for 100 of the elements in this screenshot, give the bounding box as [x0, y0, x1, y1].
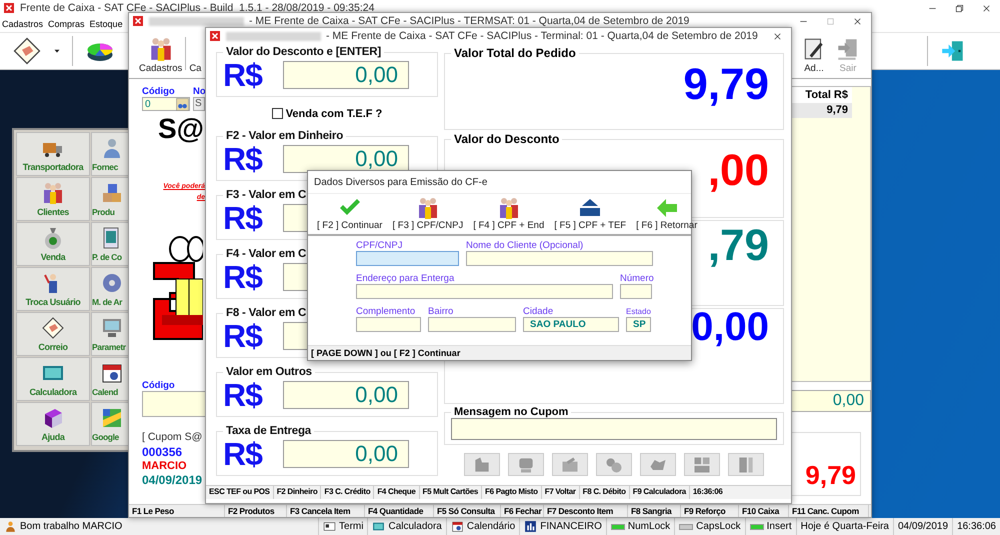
shortcut-button[interactable]: Produ — [91, 177, 131, 221]
menu-item[interactable]: Cadastros — [2, 19, 44, 29]
operator-name: MARCIO — [142, 459, 188, 473]
message-field[interactable] — [451, 418, 777, 440]
function-key[interactable]: F6 Fechar — [501, 505, 544, 517]
binoculars-icon[interactable] — [176, 98, 189, 110]
calculator-icon — [372, 520, 386, 533]
function-key[interactable]: F7 Voltar — [542, 486, 580, 499]
table-cell: 9,79 — [792, 103, 852, 118]
function-key[interactable]: F11 Canc. Cupom — [789, 505, 869, 517]
function-key[interactable]: F2 Produtos — [225, 505, 287, 517]
value-field[interactable]: 0,00 — [791, 390, 871, 412]
grid-icon — [692, 454, 712, 474]
close-icon[interactable] — [852, 16, 863, 26]
input-field[interactable] — [356, 251, 459, 266]
toolbar-button[interactable]: Ad... — [801, 29, 827, 78]
toolbar-button[interactable]: [ F5 ] CPF + TEF — [549, 194, 632, 234]
input-field[interactable]: SP — [626, 317, 651, 332]
amount-field[interactable]: 0,00 — [283, 440, 409, 468]
function-key[interactable]: F5 Só Consulta — [434, 505, 501, 517]
chart-icon — [524, 520, 538, 533]
shortcut-button[interactable]: Correio — [16, 312, 90, 356]
function-key[interactable]: F2 Dinheiro — [274, 486, 322, 499]
menu-item[interactable]: Compras — [48, 19, 85, 29]
computer-icon — [100, 316, 124, 340]
function-key[interactable]: F10 Caixa — [739, 505, 789, 517]
field-label: Código — [142, 380, 175, 391]
status-label: NumLock — [628, 521, 670, 532]
function-key[interactable]: F4 Quantidade — [365, 505, 434, 517]
group-label: Valor do Desconto — [453, 132, 560, 146]
shortcut-button[interactable]: M. de Ar — [91, 267, 131, 311]
function-key[interactable]: F3 Cancela Item — [287, 505, 365, 517]
dialog-title: Dados Diversos para Emissão do CF-e — [313, 176, 488, 190]
input-field[interactable] — [428, 317, 516, 332]
checkbox-label: Venda com T.E.F ? — [286, 108, 382, 120]
input-field[interactable] — [356, 317, 421, 332]
document-icon[interactable] — [12, 36, 42, 66]
checkbox[interactable] — [272, 108, 283, 119]
function-key[interactable]: F8 Sangria — [628, 505, 681, 517]
group-label: F4 - Valor em C — [225, 248, 308, 260]
toolbar-button[interactable]: [ F4 ] CPF + End — [468, 194, 550, 234]
map-icon — [100, 406, 124, 430]
function-key[interactable]: F9 Reforço — [681, 505, 739, 517]
toolbar-button[interactable]: Cadastros — [139, 29, 182, 78]
code-field[interactable]: 0 — [142, 97, 190, 111]
toolbar-button[interactable]: [ F2 ] Continuar — [312, 194, 388, 234]
shortcut-button[interactable]: P. de Co — [91, 222, 131, 266]
shortcut-button[interactable]: Transportadora — [16, 132, 90, 176]
window-title: Frente de Caixa - SAT CFe - SACIPlus - Build_1.5.1 - 28/08/2019 - 09:35:24 — [20, 2, 374, 14]
function-key[interactable]: F6 Pagto Misto — [482, 486, 542, 499]
summary-value: ,00 — [708, 146, 769, 196]
shortcut-button[interactable]: Parametr — [91, 312, 131, 356]
group-label: Taxa de Entrega — [225, 425, 312, 437]
status-label: Insert — [766, 521, 792, 532]
toolbar-button[interactable]: Ca — [189, 29, 202, 78]
input-field[interactable] — [356, 284, 613, 299]
field-label: No — [193, 86, 205, 97]
currency-sign: R$ — [223, 258, 264, 296]
function-key[interactable]: 16:36:06 — [690, 486, 791, 499]
shortcut-button[interactable]: Clientes — [16, 177, 90, 221]
group-label: Valor Total do Pedido — [453, 46, 577, 60]
function-key[interactable]: F8 C. Débito — [580, 486, 630, 499]
maximize-icon[interactable] — [825, 16, 836, 26]
window-title: - ME Frente de Caixa - SAT CFe - SACIPlus - Terminal: 01 - Quarta,04 de Setembro de 2019 — [326, 30, 758, 42]
group-label: Valor do Desconto e [ENTER] — [225, 46, 382, 58]
function-key[interactable]: F1 Le Peso — [129, 505, 225, 517]
amount-field[interactable]: 0,00 — [283, 145, 409, 173]
close-icon[interactable] — [981, 2, 992, 14]
shortcut-button[interactable]: Google — [91, 402, 131, 446]
close-icon[interactable] — [772, 30, 783, 42]
code-field[interactable] — [142, 391, 206, 417]
name-field[interactable]: S — [193, 97, 205, 111]
function-key[interactable]: F4 Cheque — [374, 486, 420, 499]
summary-value: ,79 — [708, 221, 769, 271]
input-field[interactable]: SAO PAULO — [523, 317, 619, 332]
function-key[interactable]: F7 Desconto Item — [544, 505, 628, 517]
shortcut-button[interactable]: Fornec — [91, 132, 131, 176]
input-field[interactable] — [620, 284, 652, 299]
shortcut-button[interactable]: Venda — [16, 222, 90, 266]
group-label: F3 - Valor em C — [225, 189, 308, 201]
function-key[interactable]: ESC TEF ou POS — [206, 486, 274, 499]
input-field[interactable] — [466, 251, 653, 266]
amount-field[interactable]: 0,00 — [283, 381, 409, 409]
group-label: Mensagem no Cupom — [453, 406, 570, 418]
toolbar-button[interactable]: [ F3 ] CPF/CNPJ — [387, 194, 468, 234]
field-label: Endereço para Enterga — [356, 273, 456, 284]
group-label: Valor em Outros — [225, 366, 313, 378]
restore-icon[interactable] — [954, 2, 965, 14]
function-key[interactable]: F3 C. Crédito — [321, 486, 374, 499]
shortcut-button[interactable]: Troca Usuário — [16, 267, 90, 311]
function-key[interactable]: F9 Calculadora — [630, 486, 690, 499]
summary-value: 0,00 — [691, 309, 769, 345]
toolbar-button[interactable]: [ F6 ] Retornar — [631, 194, 702, 234]
field-label: Código — [142, 86, 176, 97]
amount-field[interactable]: 0,00 — [283, 61, 409, 89]
shortcut-button[interactable]: Calend — [91, 357, 131, 401]
function-key[interactable]: F5 Mult Cartões — [420, 486, 482, 499]
menu-item[interactable]: Estoque — [90, 19, 123, 29]
shortcut-button[interactable]: Ajuda — [16, 402, 90, 446]
shortcut-button[interactable]: Calculadora — [16, 357, 90, 401]
